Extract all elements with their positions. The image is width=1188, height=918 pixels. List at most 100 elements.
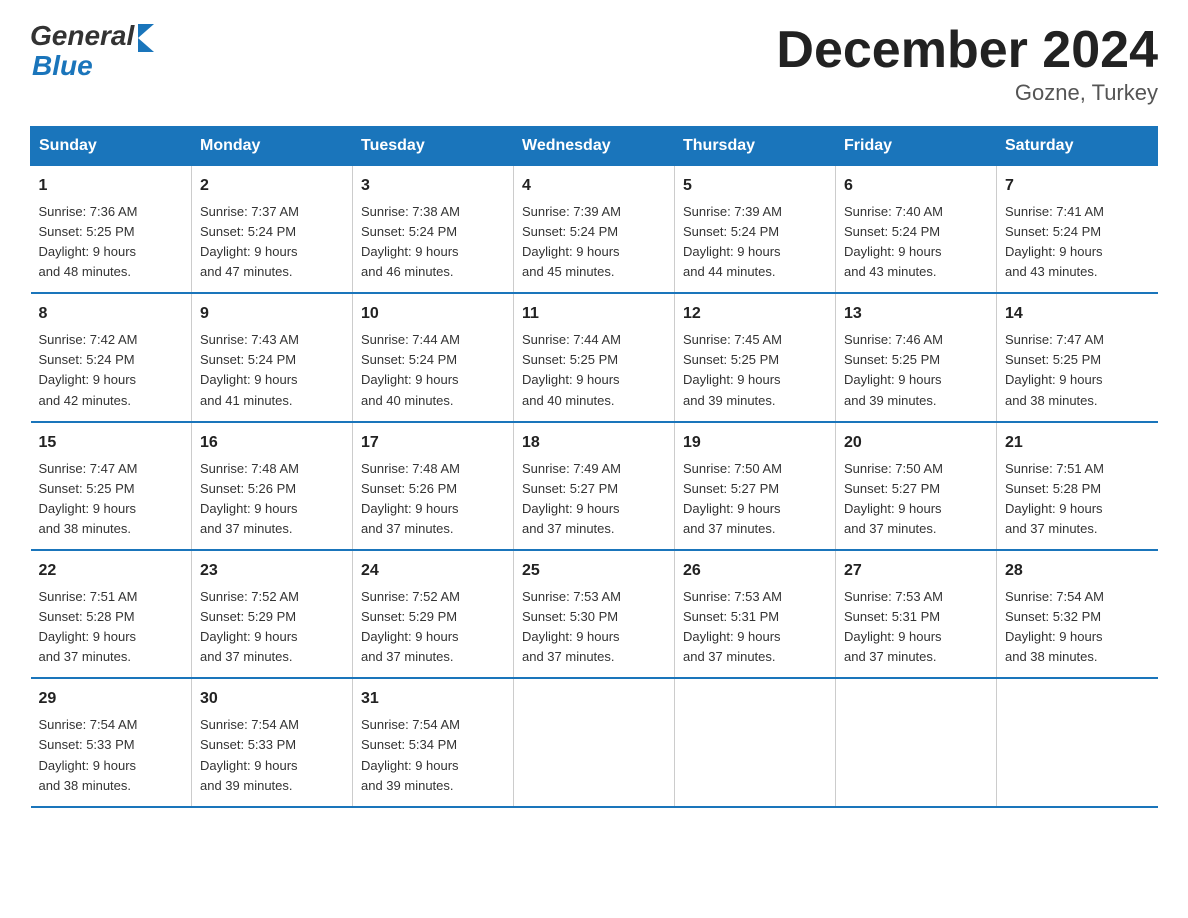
day-number: 21: [1005, 431, 1150, 456]
col-header-sunday: Sunday: [31, 127, 192, 166]
cell-info: Sunrise: 7:43 AMSunset: 5:24 PMDaylight:…: [200, 332, 299, 407]
calendar-cell: 20 Sunrise: 7:50 AMSunset: 5:27 PMDayligh…: [836, 422, 997, 550]
calendar-cell: 7Sunrise: 7:41 AMSunset: 5:24 PMDaylight…: [997, 166, 1158, 294]
week-row-2: 8 Sunrise: 7:42 AMSunset: 5:24 PMDaylight…: [31, 293, 1158, 421]
location: Gozne, Turkey: [776, 80, 1158, 106]
cell-info: Sunrise: 7:50 AMSunset: 5:27 PMDaylight:…: [844, 461, 943, 536]
cell-info: Sunrise: 7:54 AMSunset: 5:33 PMDaylight:…: [200, 717, 299, 792]
cell-info: Sunrise: 7:47 AMSunset: 5:25 PMDaylight:…: [39, 461, 138, 536]
cell-info: Sunrise: 7:45 AMSunset: 5:25 PMDaylight:…: [683, 332, 782, 407]
week-row-1: 1 Sunrise: 7:36 AMSunset: 5:25 PMDaylight…: [31, 166, 1158, 294]
calendar-cell: 14 Sunrise: 7:47 AMSunset: 5:25 PMDayligh…: [997, 293, 1158, 421]
cell-info: Sunrise: 7:48 AMSunset: 5:26 PMDaylight:…: [200, 461, 299, 536]
calendar-cell: 22 Sunrise: 7:51 AMSunset: 5:28 PMDayligh…: [31, 550, 192, 678]
calendar-cell: 26 Sunrise: 7:53 AMSunset: 5:31 PMDayligh…: [675, 550, 836, 678]
calendar-cell: 27 Sunrise: 7:53 AMSunset: 5:31 PMDayligh…: [836, 550, 997, 678]
calendar-cell: 6 Sunrise: 7:40 AMSunset: 5:24 PMDaylight…: [836, 166, 997, 294]
calendar-table: SundayMondayTuesdayWednesdayThursdayFrid…: [30, 126, 1158, 808]
calendar-cell: 18 Sunrise: 7:49 AMSunset: 5:27 PMDayligh…: [514, 422, 675, 550]
cell-info: Sunrise: 7:54 AMSunset: 5:34 PMDaylight:…: [361, 717, 460, 792]
logo-general: General: [30, 20, 134, 52]
calendar-cell: 15 Sunrise: 7:47 AMSunset: 5:25 PMDayligh…: [31, 422, 192, 550]
day-number: 15: [39, 431, 184, 456]
cell-info: Sunrise: 7:53 AMSunset: 5:31 PMDaylight:…: [844, 589, 943, 664]
calendar-cell: 13 Sunrise: 7:46 AMSunset: 5:25 PMDayligh…: [836, 293, 997, 421]
cell-info: Sunrise: 7:44 AMSunset: 5:25 PMDaylight:…: [522, 332, 621, 407]
calendar-cell: 28Sunrise: 7:54 AMSunset: 5:32 PMDayligh…: [997, 550, 1158, 678]
week-row-3: 15 Sunrise: 7:47 AMSunset: 5:25 PMDayligh…: [31, 422, 1158, 550]
day-number: 10: [361, 302, 505, 327]
day-number: 17: [361, 431, 505, 456]
col-header-tuesday: Tuesday: [353, 127, 514, 166]
col-header-friday: Friday: [836, 127, 997, 166]
day-number: 3: [361, 174, 505, 199]
day-number: 14: [1005, 302, 1150, 327]
calendar-cell: 17 Sunrise: 7:48 AMSunset: 5:26 PMDayligh…: [353, 422, 514, 550]
calendar-cell: 1 Sunrise: 7:36 AMSunset: 5:25 PMDaylight…: [31, 166, 192, 294]
day-number: 20: [844, 431, 988, 456]
cell-info: Sunrise: 7:51 AMSunset: 5:28 PMDaylight:…: [39, 589, 138, 664]
cell-info: Sunrise: 7:49 AMSunset: 5:27 PMDaylight:…: [522, 461, 621, 536]
day-number: 6: [844, 174, 988, 199]
day-number: 11: [522, 302, 666, 327]
calendar-cell: 21 Sunrise: 7:51 AMSunset: 5:28 PMDayligh…: [997, 422, 1158, 550]
logo: General Blue: [30, 20, 154, 82]
cell-info: Sunrise: 7:42 AMSunset: 5:24 PMDaylight:…: [39, 332, 138, 407]
cell-info: Sunrise: 7:46 AMSunset: 5:25 PMDaylight:…: [844, 332, 943, 407]
cell-info: Sunrise: 7:52 AMSunset: 5:29 PMDaylight:…: [361, 589, 460, 664]
calendar-cell: 23Sunrise: 7:52 AMSunset: 5:29 PMDayligh…: [192, 550, 353, 678]
day-number: 29: [39, 687, 184, 712]
day-number: 9: [200, 302, 344, 327]
col-header-saturday: Saturday: [997, 127, 1158, 166]
cell-info: Sunrise: 7:53 AMSunset: 5:30 PMDaylight:…: [522, 589, 621, 664]
calendar-cell: 2 Sunrise: 7:37 AMSunset: 5:24 PMDaylight…: [192, 166, 353, 294]
day-number: 30: [200, 687, 344, 712]
cell-info: Sunrise: 7:53 AMSunset: 5:31 PMDaylight:…: [683, 589, 782, 664]
week-row-5: 29 Sunrise: 7:54 AMSunset: 5:33 PMDayligh…: [31, 678, 1158, 806]
day-number: 5: [683, 174, 827, 199]
logo-blue: Blue: [32, 50, 93, 82]
day-number: 26: [683, 559, 827, 584]
calendar-cell: [514, 678, 675, 806]
calendar-cell: 29 Sunrise: 7:54 AMSunset: 5:33 PMDayligh…: [31, 678, 192, 806]
day-number: 31: [361, 687, 505, 712]
calendar-cell: 4 Sunrise: 7:39 AMSunset: 5:24 PMDaylight…: [514, 166, 675, 294]
cell-info: Sunrise: 7:48 AMSunset: 5:26 PMDaylight:…: [361, 461, 460, 536]
day-number: 28: [1005, 559, 1150, 584]
day-number: 8: [39, 302, 184, 327]
calendar-cell: 16Sunrise: 7:48 AMSunset: 5:26 PMDayligh…: [192, 422, 353, 550]
day-number: 13: [844, 302, 988, 327]
day-number: 1: [39, 174, 184, 199]
calendar-cell: 12Sunrise: 7:45 AMSunset: 5:25 PMDayligh…: [675, 293, 836, 421]
cell-info: Sunrise: 7:44 AMSunset: 5:24 PMDaylight:…: [361, 332, 460, 407]
calendar-cell: [836, 678, 997, 806]
cell-info: Sunrise: 7:51 AMSunset: 5:28 PMDaylight:…: [1005, 461, 1104, 536]
cell-info: Sunrise: 7:37 AMSunset: 5:24 PMDaylight:…: [200, 204, 299, 279]
cell-info: Sunrise: 7:39 AMSunset: 5:24 PMDaylight:…: [522, 204, 621, 279]
calendar-header: SundayMondayTuesdayWednesdayThursdayFrid…: [31, 127, 1158, 166]
cell-info: Sunrise: 7:36 AMSunset: 5:25 PMDaylight:…: [39, 204, 138, 279]
col-header-wednesday: Wednesday: [514, 127, 675, 166]
calendar-cell: 10 Sunrise: 7:44 AMSunset: 5:24 PMDayligh…: [353, 293, 514, 421]
col-header-thursday: Thursday: [675, 127, 836, 166]
cell-info: Sunrise: 7:54 AMSunset: 5:33 PMDaylight:…: [39, 717, 138, 792]
day-number: 2: [200, 174, 344, 199]
day-number: 27: [844, 559, 988, 584]
day-number: 24: [361, 559, 505, 584]
cell-info: Sunrise: 7:47 AMSunset: 5:25 PMDaylight:…: [1005, 332, 1104, 407]
day-number: 18: [522, 431, 666, 456]
cell-info: Sunrise: 7:39 AMSunset: 5:24 PMDaylight:…: [683, 204, 782, 279]
calendar-cell: 11 Sunrise: 7:44 AMSunset: 5:25 PMDayligh…: [514, 293, 675, 421]
cell-info: Sunrise: 7:52 AMSunset: 5:29 PMDaylight:…: [200, 589, 299, 664]
calendar-cell: 9 Sunrise: 7:43 AMSunset: 5:24 PMDaylight…: [192, 293, 353, 421]
day-number: 25: [522, 559, 666, 584]
calendar-cell: 8 Sunrise: 7:42 AMSunset: 5:24 PMDaylight…: [31, 293, 192, 421]
day-number: 19: [683, 431, 827, 456]
calendar-cell: 19Sunrise: 7:50 AMSunset: 5:27 PMDayligh…: [675, 422, 836, 550]
calendar-cell: [675, 678, 836, 806]
cell-info: Sunrise: 7:40 AMSunset: 5:24 PMDaylight:…: [844, 204, 943, 279]
day-number: 4: [522, 174, 666, 199]
day-number: 22: [39, 559, 184, 584]
month-title: December 2024: [776, 20, 1158, 80]
page-header: General Blue December 2024 Gozne, Turkey: [30, 20, 1158, 106]
